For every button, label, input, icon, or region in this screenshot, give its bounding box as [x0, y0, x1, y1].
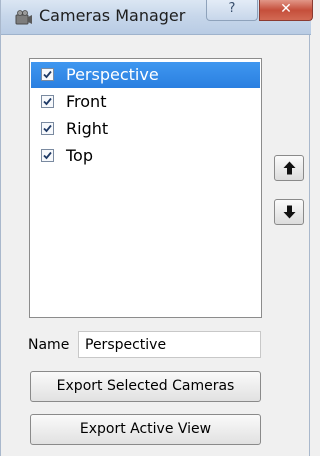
name-input[interactable]	[78, 331, 261, 358]
close-button[interactable]: ✕	[259, 0, 313, 21]
camera-label: Front	[66, 92, 107, 111]
arrow-up-icon	[283, 161, 296, 175]
export-active-view-button[interactable]: Export Active View	[30, 414, 261, 445]
camera-checkbox[interactable]	[41, 149, 54, 162]
cameras-manager-window: Cameras Manager ? ✕ Perspective Front Ri…	[0, 0, 313, 456]
camera-list-item-right[interactable]: Right	[31, 116, 260, 142]
name-label: Name	[28, 337, 70, 353]
arrow-down-icon	[283, 205, 296, 219]
camera-list[interactable]: Perspective Front Right Top	[29, 58, 262, 318]
camera-checkbox[interactable]	[41, 68, 54, 81]
camera-label: Right	[66, 119, 109, 138]
camera-list-item-front[interactable]: Front	[31, 89, 260, 115]
help-button[interactable]: ?	[206, 0, 258, 21]
export-selected-cameras-button[interactable]: Export Selected Cameras	[30, 371, 261, 402]
camera-checkbox[interactable]	[41, 95, 54, 108]
checkmark-icon	[43, 151, 52, 160]
move-down-button[interactable]	[274, 199, 304, 225]
checkmark-icon	[43, 70, 52, 79]
move-up-button[interactable]	[274, 155, 304, 181]
camera-label: Perspective	[66, 65, 159, 84]
camera-label: Top	[66, 146, 93, 165]
checkmark-icon	[43, 124, 52, 133]
checkmark-icon	[43, 97, 52, 106]
title-bar[interactable]: Cameras Manager ? ✕	[1, 0, 313, 35]
window-title: Cameras Manager	[39, 6, 186, 25]
camera-checkbox[interactable]	[41, 122, 54, 135]
camera-list-item-perspective[interactable]: Perspective	[31, 62, 260, 88]
camera-list-item-top[interactable]: Top	[31, 143, 260, 169]
camera-icon	[15, 10, 32, 25]
